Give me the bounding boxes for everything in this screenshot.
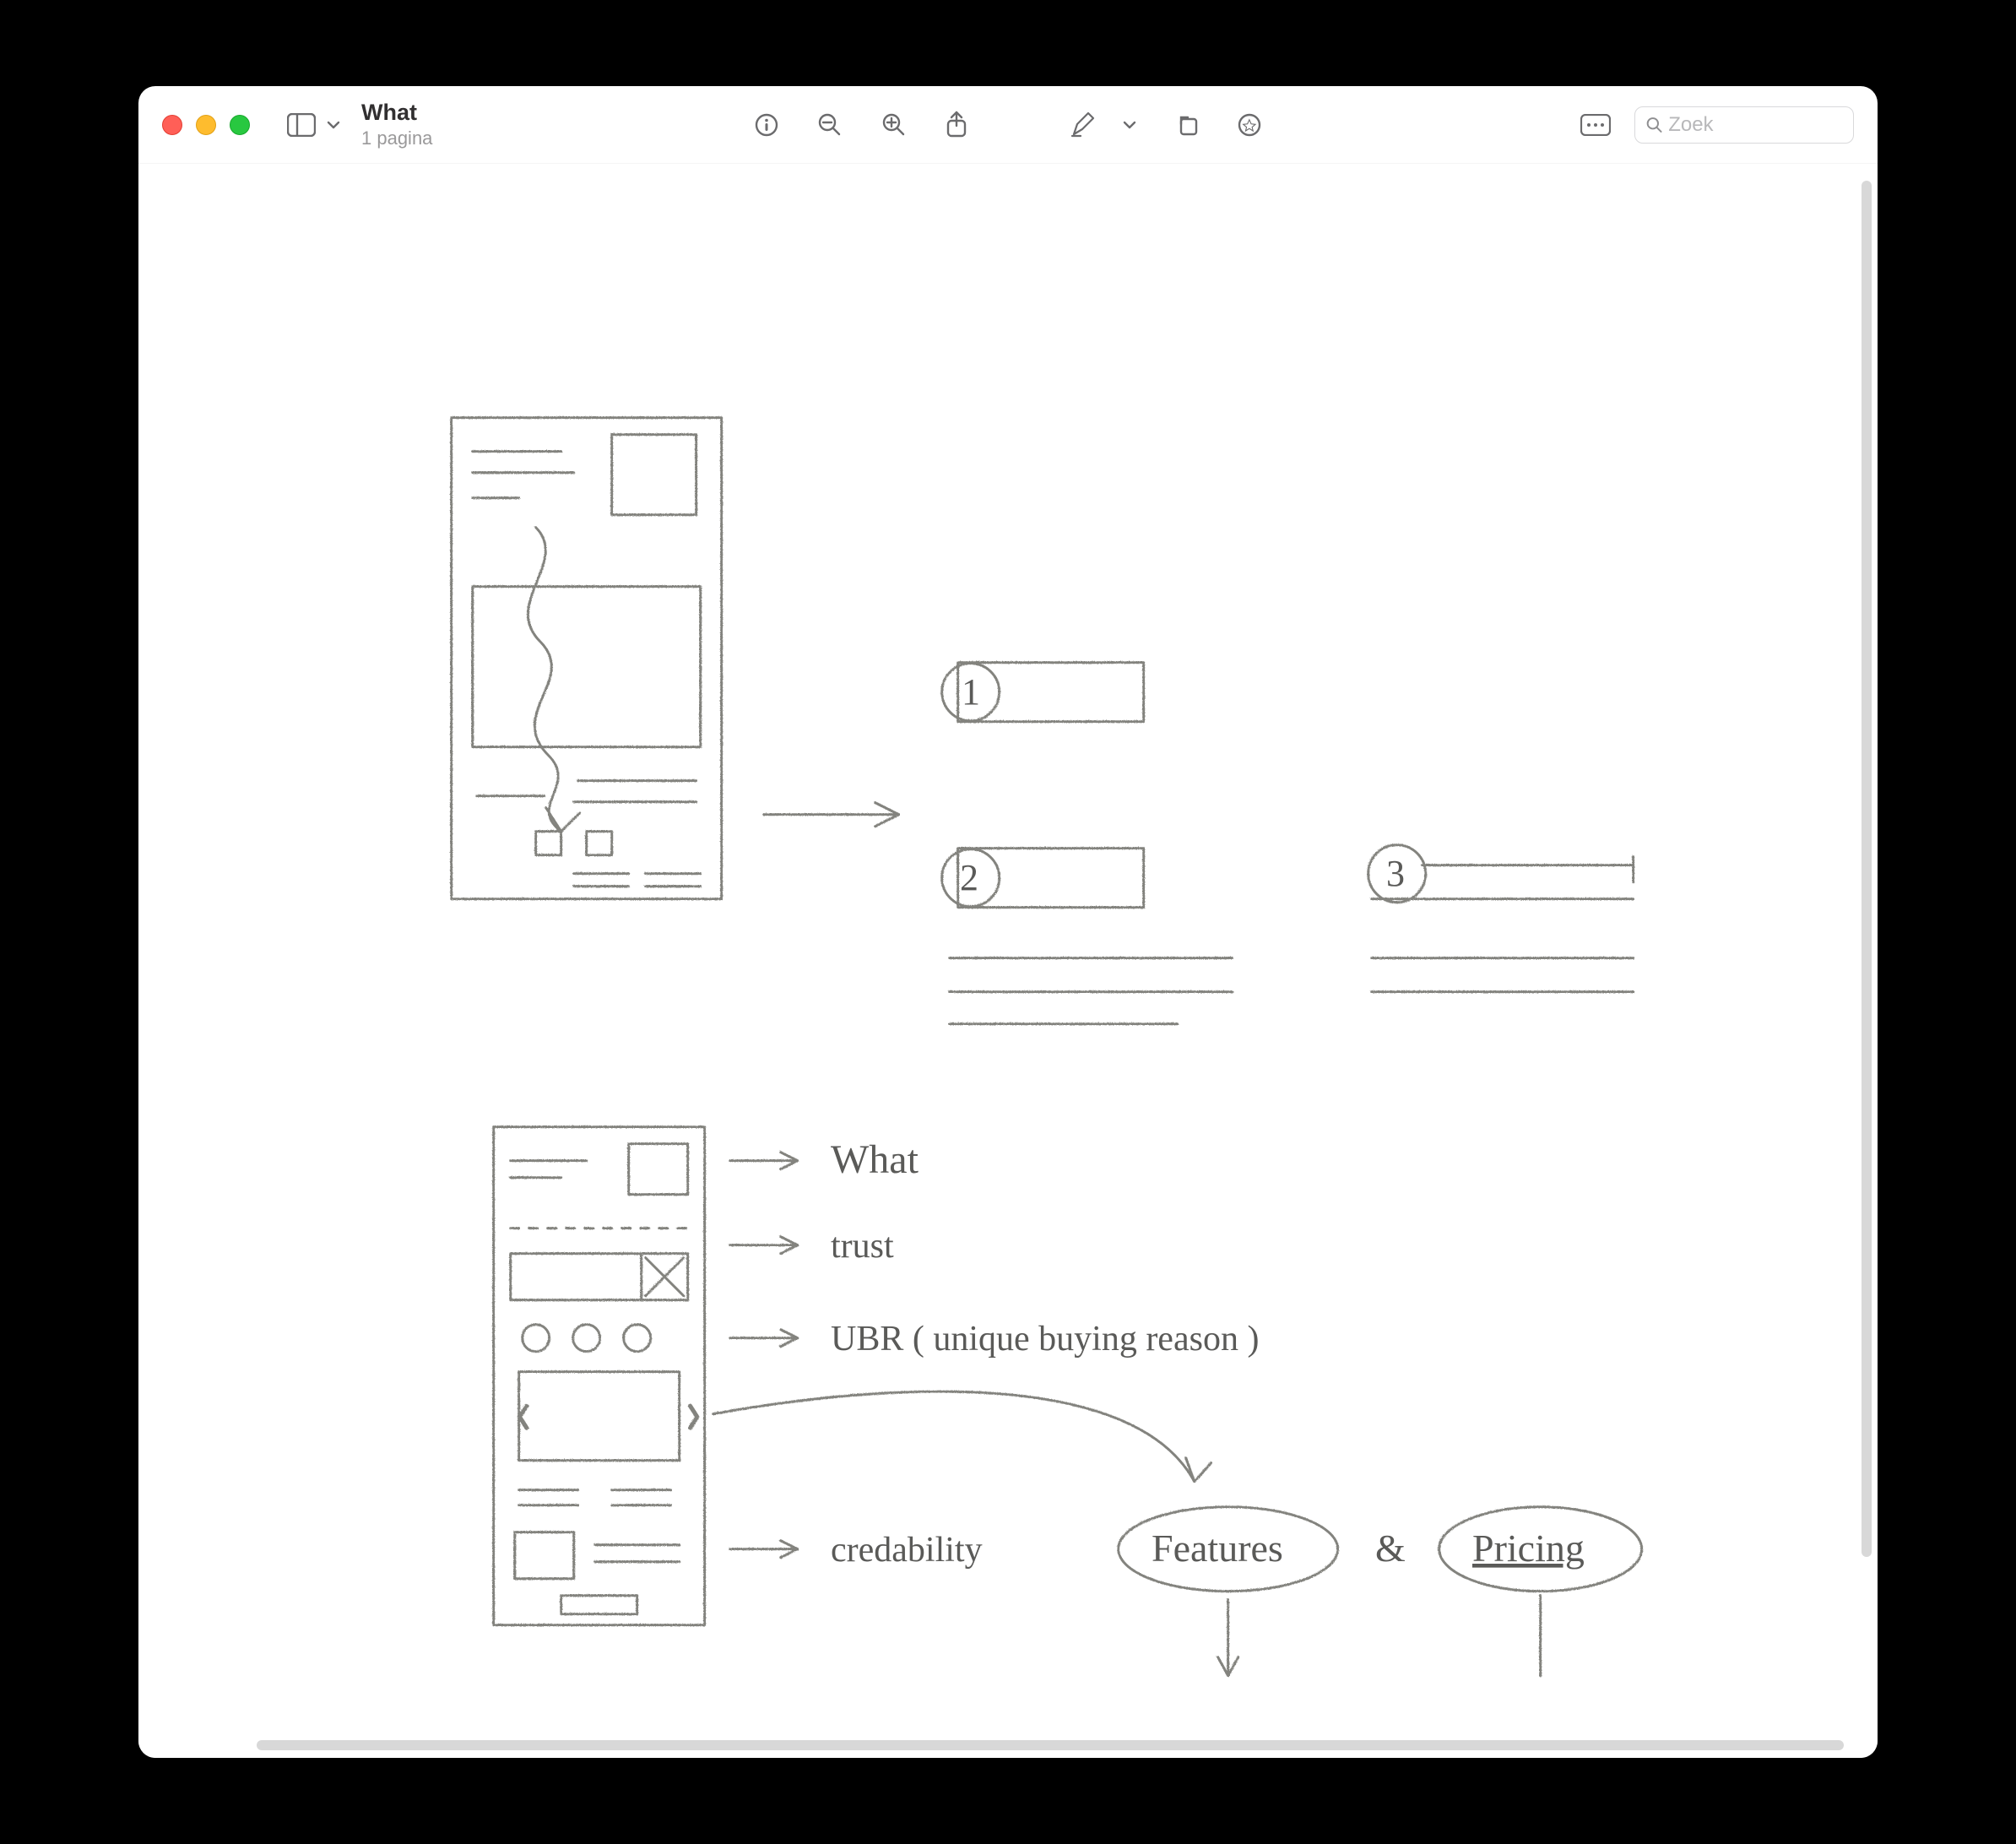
- search-input[interactable]: [1668, 113, 1843, 137]
- zoom-out-button[interactable]: [810, 106, 850, 144]
- document-title: What: [361, 100, 432, 126]
- highlight-icon: [1237, 112, 1262, 138]
- annotation-what: What: [831, 1137, 919, 1182]
- chevron-down-icon: [1122, 117, 1137, 133]
- sidebar-icon: [287, 113, 316, 137]
- annotation-credibility: credability: [831, 1531, 983, 1570]
- thumbnails-icon: [1580, 114, 1611, 136]
- search-icon: [1645, 115, 1663, 135]
- document-subtitle: 1 pagina: [361, 127, 432, 149]
- toolbar-right: [1574, 106, 1854, 144]
- step-3-number: 3: [1386, 853, 1405, 894]
- share-button[interactable]: [938, 106, 975, 144]
- thumbnails-button[interactable]: [1574, 109, 1618, 141]
- step-2-number: 2: [960, 857, 978, 898]
- svg-text:〈: 〈: [503, 1404, 528, 1432]
- document-title-block: What 1 pagina: [361, 100, 432, 149]
- sidebar-toggle-button[interactable]: [280, 108, 322, 142]
- rotate-button[interactable]: [1168, 107, 1206, 143]
- bubble-features: Features: [1152, 1527, 1283, 1570]
- markup-pencil-icon: [1070, 111, 1097, 138]
- share-icon: [945, 111, 968, 139]
- zoom-out-icon: [816, 111, 843, 138]
- highlight-button[interactable]: [1230, 107, 1269, 143]
- preview-window: What 1 pagina: [138, 86, 1878, 1758]
- bubble-pricing: Pricing: [1472, 1527, 1585, 1570]
- chevron-down-icon: [326, 117, 341, 133]
- titlebar: What 1 pagina: [138, 86, 1878, 164]
- toolbar-center: [747, 106, 1269, 144]
- annotation-ubr: UBR ( unique buying reason ): [831, 1320, 1259, 1359]
- sidebar-menu-chevron[interactable]: [319, 112, 348, 138]
- zoom-in-button[interactable]: [874, 106, 914, 144]
- markup-menu-chevron[interactable]: [1115, 112, 1144, 138]
- zoom-in-icon: [881, 111, 908, 138]
- step-1-number: 1: [962, 671, 980, 713]
- bubble-amp: &: [1375, 1527, 1406, 1570]
- fullscreen-window-button[interactable]: [230, 115, 250, 135]
- document-canvas[interactable]: 〈 〉: [138, 164, 1878, 1758]
- minimize-window-button[interactable]: [196, 115, 216, 135]
- markup-button[interactable]: [1063, 106, 1103, 144]
- close-window-button[interactable]: [162, 115, 182, 135]
- window-controls: [162, 115, 250, 135]
- info-button[interactable]: [747, 107, 786, 143]
- rotate-icon: [1174, 112, 1200, 138]
- vertical-scrollbar[interactable]: [1859, 164, 1874, 1727]
- search-field[interactable]: [1634, 106, 1854, 144]
- horizontal-scrollbar[interactable]: [257, 1738, 1844, 1753]
- info-icon: [754, 112, 779, 138]
- annotation-trust: trust: [831, 1227, 894, 1266]
- svg-text:〉: 〉: [687, 1404, 713, 1432]
- sketch-drawing: 〈 〉: [138, 164, 1878, 1751]
